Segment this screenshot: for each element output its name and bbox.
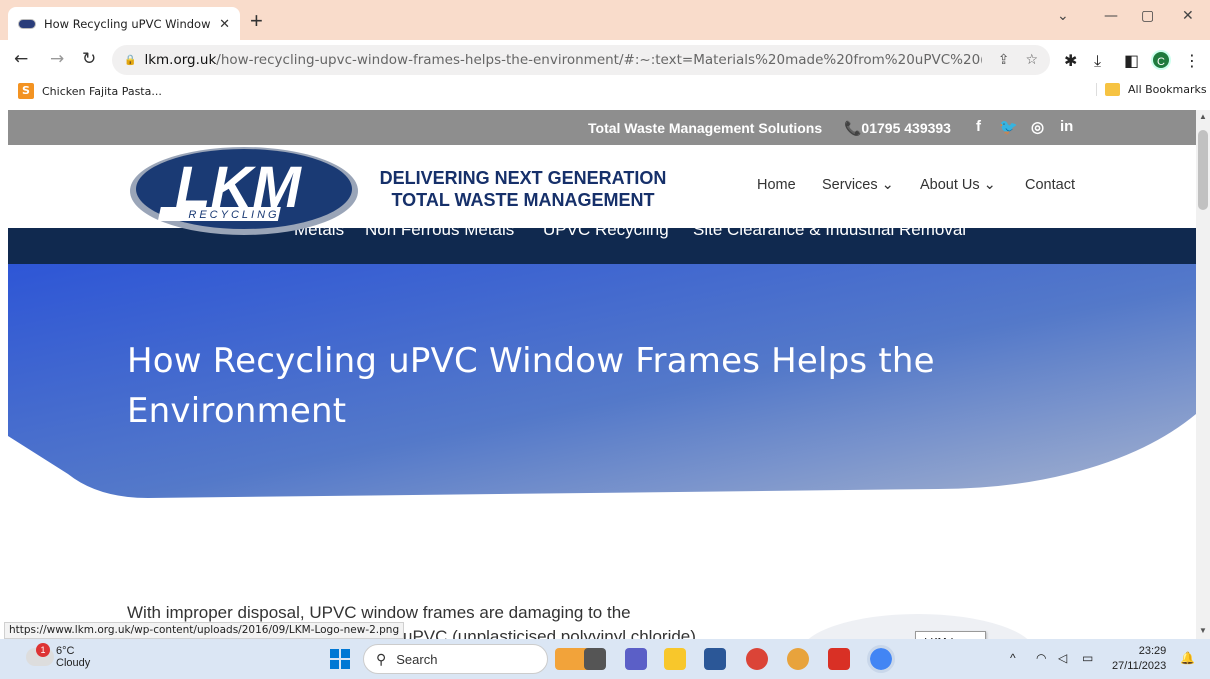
screen: How Recycling uPVC Window Fr ✕ + ⌄ — ▢ ✕… bbox=[0, 0, 1210, 679]
extensions-icon[interactable]: ✱ bbox=[1064, 51, 1077, 70]
linkedin-icon[interactable]: in bbox=[1060, 118, 1073, 135]
new-tab-button[interactable]: + bbox=[250, 8, 263, 34]
side-panel-icon[interactable]: ◧ bbox=[1124, 51, 1139, 70]
search-placeholder: Search bbox=[396, 651, 438, 667]
site-slogan: DELIVERING NEXT GENERATION TOTAL WASTE M… bbox=[378, 167, 668, 211]
share-icon[interactable]: ⇪ bbox=[998, 52, 1010, 68]
slogan-line-1: DELIVERING NEXT GENERATION bbox=[379, 168, 667, 188]
clock-date: 27/11/2023 bbox=[1112, 660, 1167, 672]
taskbar-search[interactable]: ⚲ Search bbox=[363, 644, 548, 674]
chrome-profile-icon[interactable] bbox=[787, 648, 809, 670]
site-topbar: Total Waste Management Solutions 📞01795 … bbox=[8, 110, 1196, 145]
weather-widget[interactable]: 1 6°C Cloudy bbox=[26, 643, 91, 669]
site-header: LKM RECYCLING DELIVERING NEXT GENERATION… bbox=[8, 145, 1196, 235]
menu-icon[interactable]: ⋮ bbox=[1184, 51, 1200, 70]
all-bookmarks[interactable]: All Bookmarks bbox=[1096, 83, 1207, 96]
browser-tab[interactable]: How Recycling uPVC Window Fr ✕ bbox=[8, 7, 240, 40]
scroll-up-icon[interactable]: ▲ bbox=[1199, 112, 1207, 121]
hero-banner: How Recycling uPVC Window Frames Helps t… bbox=[8, 264, 1196, 539]
scroll-down-icon[interactable]: ▼ bbox=[1199, 626, 1207, 635]
status-bar-url: https://www.lkm.org.uk/wp-content/upload… bbox=[4, 622, 405, 639]
cloud-icon: 1 bbox=[26, 643, 54, 666]
bookmark-favicon-icon: S bbox=[18, 83, 34, 99]
profile-avatar[interactable]: C bbox=[1151, 50, 1171, 70]
nav-home[interactable]: Home bbox=[757, 177, 796, 193]
logo-subtext: RECYCLING bbox=[188, 209, 279, 221]
instagram-icon[interactable]: ◎ bbox=[1031, 118, 1044, 136]
minimize-icon[interactable]: — bbox=[1104, 8, 1118, 24]
windows-start-icon[interactable] bbox=[330, 649, 350, 669]
site-favicon-icon bbox=[18, 18, 36, 29]
file-explorer-icon[interactable] bbox=[664, 648, 686, 670]
close-window-icon[interactable]: ✕ bbox=[1182, 8, 1194, 24]
url-host: lkm.org.uk bbox=[144, 52, 217, 68]
lock-icon[interactable]: 🔒 bbox=[124, 55, 136, 66]
close-tab-icon[interactable]: ✕ bbox=[219, 16, 230, 32]
page-title: How Recycling uPVC Window Frames Helps t… bbox=[127, 341, 935, 431]
scroll-thumb[interactable] bbox=[1198, 130, 1208, 210]
twitter-icon[interactable]: 🐦 bbox=[999, 118, 1018, 136]
reload-icon[interactable]: ↻ bbox=[82, 49, 96, 69]
topbar-phone[interactable]: 📞01795 439393 bbox=[844, 120, 951, 137]
battery-icon[interactable]: ▭ bbox=[1082, 651, 1093, 665]
url-text[interactable]: lkm.org.uk/how-recycling-upvc-window-fra… bbox=[144, 52, 981, 68]
browser-toolbar: ← → ↻ 🔒 lkm.org.uk/how-recycling-upvc-wi… bbox=[0, 40, 1210, 80]
nav-services[interactable]: Services ⌄ bbox=[822, 177, 894, 193]
bookmark-item[interactable]: S Chicken Fajita Pasta... bbox=[18, 83, 162, 99]
weather-condition: Cloudy bbox=[56, 657, 91, 669]
word-icon[interactable] bbox=[704, 648, 726, 670]
windows-taskbar: 1 6°C Cloudy ⚲ Search ^ ◠ ◁ ▭ 23:29 27/1… bbox=[0, 639, 1210, 679]
search-icon: ⚲ bbox=[376, 650, 387, 667]
nav-about-us[interactable]: About Us ⌄ bbox=[920, 177, 996, 193]
chrome-active-icon[interactable] bbox=[867, 645, 895, 673]
download-icon[interactable]: ⤓ bbox=[1094, 51, 1101, 71]
chrome-icon[interactable] bbox=[746, 648, 768, 670]
tray-overflow-icon[interactable]: ^ bbox=[1010, 651, 1016, 665]
facebook-icon[interactable]: f bbox=[976, 118, 981, 135]
restore-icon[interactable]: ▢ bbox=[1141, 8, 1154, 24]
tab-title: How Recycling uPVC Window Fr bbox=[44, 16, 214, 31]
all-bookmarks-label: All Bookmarks bbox=[1128, 83, 1207, 96]
acrobat-icon[interactable] bbox=[828, 648, 850, 670]
notification-bell-icon[interactable]: 🔔 bbox=[1180, 651, 1195, 665]
nav-contact[interactable]: Contact bbox=[1025, 177, 1075, 193]
teams-icon[interactable] bbox=[625, 648, 647, 670]
wifi-icon[interactable]: ◠ bbox=[1036, 651, 1046, 665]
taskbar-clock[interactable]: 23:29 27/11/2023 bbox=[1112, 644, 1166, 674]
topbar-tagline: Total Waste Management Solutions bbox=[588, 120, 823, 136]
bookmark-star-icon[interactable]: ☆ bbox=[1025, 52, 1038, 68]
lkm-logo[interactable]: LKM RECYCLING bbox=[128, 145, 360, 238]
browser-tab-strip: How Recycling uPVC Window Fr ✕ + ⌄ — ▢ ✕ bbox=[0, 0, 1210, 40]
address-bar[interactable]: 🔒 lkm.org.uk/how-recycling-upvc-window-f… bbox=[112, 45, 1050, 75]
weather-temp: 6°C bbox=[56, 645, 75, 657]
folder-icon bbox=[1105, 83, 1120, 96]
back-icon[interactable]: ← bbox=[14, 49, 28, 69]
bookmarks-bar: S Chicken Fajita Pasta... All Bookmarks bbox=[0, 80, 1210, 104]
slogan-line-2: TOTAL WASTE MANAGEMENT bbox=[391, 190, 655, 210]
bookmark-label: Chicken Fajita Pasta... bbox=[42, 84, 162, 98]
task-view-icon[interactable] bbox=[584, 648, 606, 670]
url-path: /how-recycling-upvc-window-frames-helps-… bbox=[216, 52, 981, 68]
volume-icon[interactable]: ◁ bbox=[1058, 651, 1067, 665]
tab-search-icon[interactable]: ⌄ bbox=[1057, 8, 1069, 24]
clock-time: 23:29 bbox=[1138, 645, 1167, 657]
page-viewport: Total Waste Management Solutions 📞01795 … bbox=[8, 110, 1196, 639]
weather-badge: 1 bbox=[36, 643, 50, 657]
forward-icon[interactable]: → bbox=[50, 49, 64, 69]
page-scrollbar[interactable]: ▲ ▼ bbox=[1196, 110, 1210, 639]
